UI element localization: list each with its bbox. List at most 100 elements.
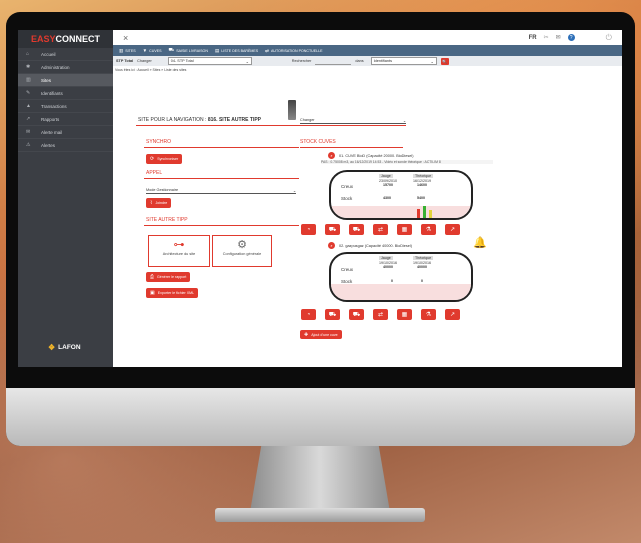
sidebar-item-label: Rapports	[41, 116, 60, 122]
synchronize-button[interactable]: ⟳ Synchroniser	[146, 154, 183, 164]
search-scope-select[interactable]: Identifiants ⌄	[370, 57, 437, 65]
calculator-icon: ▦	[401, 227, 408, 233]
tank-1-calc-button[interactable]: ▦	[397, 224, 412, 235]
chart-icon: ↗	[449, 312, 456, 318]
tank-1-lab-button[interactable]: ⚗	[421, 224, 436, 235]
generate-report-button[interactable]: ⎙ Générer le rapport	[146, 272, 191, 282]
tank-1-transfer-button[interactable]: ⇄	[373, 224, 388, 235]
tank-1-creux-label: Creux	[341, 184, 354, 189]
transactions-icon: ▲	[26, 103, 31, 109]
tank-2-delivery-button[interactable]: ⛟	[325, 309, 340, 320]
stp-select[interactable]: 04- STP Total ⌄	[167, 57, 252, 65]
tank-2-graphic: Jauge Théorique 19/10/2016 19/10/2016 Cr…	[329, 252, 473, 302]
logo-connect: CONNECT	[55, 34, 101, 44]
general-config-card[interactable]: ⚙ Configuration générale	[212, 235, 272, 267]
appel-divider	[144, 178, 299, 179]
menu-item-sites[interactable]: ▥ SITES	[119, 48, 136, 54]
tank-2-stock-theorique: 0	[421, 279, 423, 283]
synchro-divider	[144, 147, 299, 148]
chevron-down-icon: ⌄	[402, 119, 406, 123]
menu-item-liste-des-barèmes[interactable]: ▤ LISTE DES BARÈMES	[215, 48, 258, 54]
tank-1-stock-theorique: 5400	[417, 196, 425, 200]
flask-icon: ⚗	[425, 312, 432, 318]
gears-icon: ⚙	[237, 239, 247, 251]
menu-item-label: CUVES	[149, 48, 162, 53]
tank-2-search-icon[interactable]: ⌕	[328, 242, 335, 249]
tank-1-col-jauge: Jauge	[379, 174, 393, 178]
sidebar-nav: ⌂ Accueil ✱ Administration ▥ Sites ✎ Identifian…	[18, 48, 113, 152]
tank-1-truck-button[interactable]: ⛟	[349, 224, 364, 235]
filter-icon: ▼	[142, 48, 148, 53]
mode-select[interactable]: Mode Gestionnaire ⌄	[146, 188, 296, 194]
sidebar-item-accueil[interactable]: ⌂ Accueil	[18, 48, 113, 61]
menu-item-label: LISTE DES BARÈMES	[221, 48, 259, 53]
menu-item-label: SAISIE LIVRAISON	[176, 48, 208, 53]
page-title-prefix: SITE POUR LA NAVIGATION :	[138, 117, 208, 123]
language-selector[interactable]: FR	[529, 35, 537, 41]
search-input[interactable]	[315, 58, 352, 65]
tank-1-gauge-button[interactable]: ◔	[301, 224, 316, 235]
export-xml-button[interactable]: ▣ Exporter le fichier XML	[146, 288, 199, 298]
menu-item-saisie-livraison[interactable]: ⛟ SAISIE LIVRAISON	[169, 47, 208, 54]
sidebar-item-sites[interactable]: ▥ Sites	[18, 74, 113, 87]
flask-icon: ⚗	[425, 227, 432, 233]
change-label: Changer	[137, 59, 152, 63]
dans-label: dans	[355, 59, 364, 63]
menu-item-autorisation-ponctuelle[interactable]: ⇄ AUTORISATION PONCTUELLE	[265, 48, 322, 54]
sidebar-item-administration[interactable]: ✱ Administration	[18, 61, 113, 74]
sidebar-item-label: Sites	[41, 77, 52, 83]
site-autre-heading: SITE AUTRE TIPP	[146, 217, 188, 223]
sidebar-item-identifiants[interactable]: ✎ Identifiants	[18, 87, 113, 100]
mail-icon[interactable]: ✉	[556, 34, 561, 41]
search-button[interactable]: 🔍	[440, 57, 449, 65]
app-logo[interactable]: EASY CONNECT	[18, 30, 113, 48]
sync-icon: ⟳	[150, 156, 155, 162]
xml-icon: ▣	[150, 290, 155, 296]
tank-1-stock-jauge: 4300	[383, 196, 391, 200]
page-title: SITE POUR LA NAVIGATION : 816. SITE AUTR…	[138, 117, 261, 123]
chevron-down-icon: ⌄	[430, 59, 434, 64]
auth-icon: ⇄	[265, 47, 269, 53]
close-icon[interactable]: ×	[123, 33, 128, 43]
site-architecture-card[interactable]: ⊶ Architecture du site	[148, 235, 210, 267]
tank-2-header: ⌕ 02. gazpusgaz (Capacité 40000. BioDies…	[328, 242, 412, 249]
tank-2-creux-theorique: 40000	[417, 265, 427, 269]
join-button[interactable]: ⌇ Joindre	[146, 198, 172, 208]
chevron-down-icon: ⌄	[292, 189, 296, 193]
delivery-icon: ⛟	[328, 311, 337, 318]
tank-1-graphic: Jauge Théorique 23/09/2010 16/12/2019 Cr…	[329, 170, 473, 220]
tank-1-creux-jauge: 15700	[383, 183, 393, 187]
logo-easy: EASY	[30, 34, 56, 44]
tank-2-gauge-button[interactable]: ◔	[301, 309, 316, 320]
tank-2-calc-button[interactable]: ▦	[397, 309, 412, 320]
lafon-mark-icon: ❖	[48, 343, 56, 352]
add-tank-button[interactable]: ✚ Ajout d'une cuve	[300, 330, 342, 339]
tank-2-truck-button[interactable]: ⛟	[349, 309, 364, 320]
sidebar-item-alertes[interactable]: ⚠ Alertes	[18, 139, 113, 152]
tank-2-creux-jauge: 40000	[383, 265, 393, 269]
app-screen: EASY CONNECT ⌂ Accueil ✱ Administration ▥ Site…	[18, 30, 622, 367]
sites-menu-icon: ▥	[119, 47, 124, 53]
tank-1-col-theorique: Théorique	[413, 174, 434, 178]
tank-2-lab-button[interactable]: ⚗	[421, 309, 436, 320]
truck-icon: ⛟	[352, 226, 361, 233]
tank-1-search-icon[interactable]: ⌕	[328, 152, 335, 159]
help-icon[interactable]: ?	[567, 34, 575, 41]
gauge-icon: ◔	[306, 226, 311, 233]
tank-1-delivery-button[interactable]: ⛟	[325, 224, 340, 235]
power-icon[interactable]: ⏻	[606, 33, 612, 43]
tank-1-chart-button[interactable]: ↗	[445, 224, 460, 235]
tank-2-transfer-button[interactable]: ⇄	[373, 309, 388, 320]
stock-divider	[300, 147, 403, 148]
sidebar-item-transactions[interactable]: ▲ Transactions	[18, 100, 113, 113]
tank-1-stock-label: Stock	[341, 196, 353, 201]
tank-2-chart-button[interactable]: ↗	[445, 309, 460, 320]
tools-icon[interactable]: ✂	[544, 34, 549, 41]
filter-bar: STP Total Changer 04- STP Total ⌄ Recherc…	[113, 56, 622, 66]
fuel-pump-image	[288, 100, 296, 120]
site-change-select[interactable]: Changer ⌄	[300, 118, 406, 124]
sidebar-item-rapports[interactable]: ↗ Rapports	[18, 113, 113, 126]
bell-alert-icon[interactable]: 🔔	[473, 236, 487, 249]
menu-item-cuves[interactable]: ▼ CUVES	[143, 48, 162, 53]
sidebar-item-alerte-mail[interactable]: ✉ Alerte mail	[18, 126, 113, 139]
